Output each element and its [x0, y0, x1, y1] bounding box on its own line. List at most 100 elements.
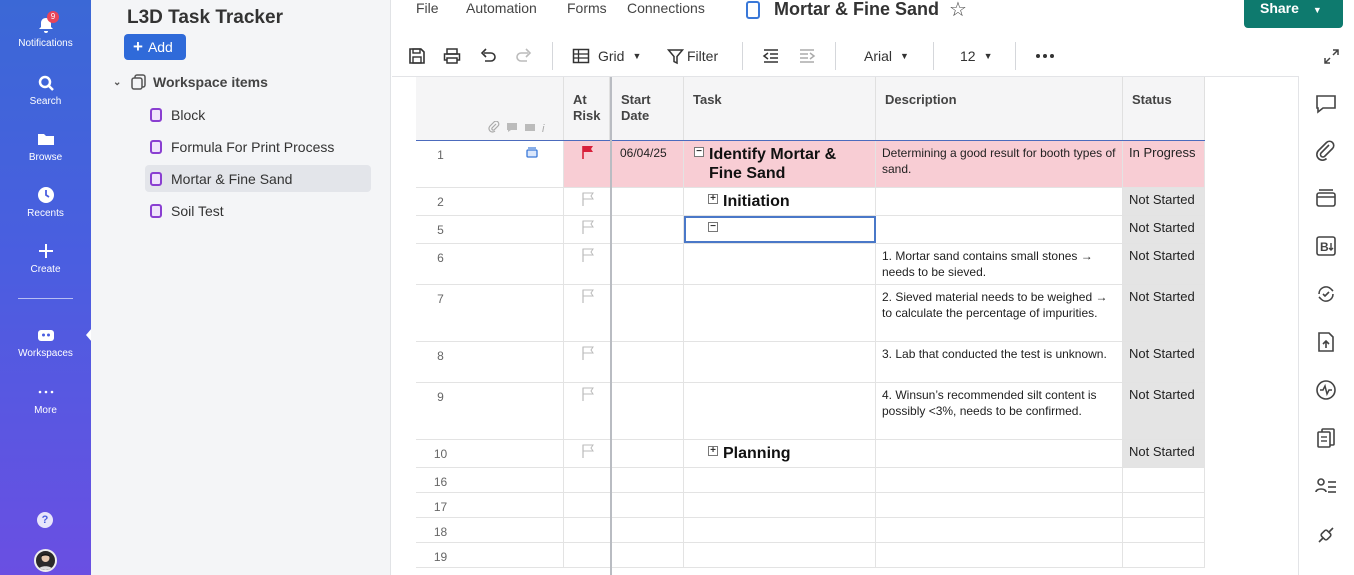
row-number[interactable]: 10: [416, 440, 564, 467]
task-cell[interactable]: [684, 493, 876, 517]
expand-icon[interactable]: +: [708, 446, 718, 456]
undo-button[interactable]: [479, 44, 497, 68]
task-cell[interactable]: [684, 543, 876, 567]
print-button[interactable]: [443, 44, 461, 68]
description-cell[interactable]: [876, 518, 1123, 542]
task-cell[interactable]: [684, 518, 876, 542]
column-header-description[interactable]: Description: [876, 77, 1123, 141]
task-cell[interactable]: [684, 342, 876, 382]
publish-icon[interactable]: [1315, 331, 1337, 353]
description-cell[interactable]: 3. Lab that conducted the test is unknow…: [876, 342, 1123, 382]
rail-notifications[interactable]: 9 Notifications: [0, 11, 91, 49]
row-number[interactable]: 5: [416, 216, 564, 243]
redo-button[interactable]: [515, 44, 533, 68]
row-number[interactable]: 19: [416, 543, 564, 567]
workspace-title[interactable]: L3D Task Tracker: [127, 7, 283, 29]
flag-icon[interactable]: [581, 248, 595, 262]
menu-connections[interactable]: Connections: [627, 0, 705, 16]
view-selector[interactable]: Grid ▼: [572, 44, 641, 68]
menu-forms[interactable]: Forms: [567, 0, 607, 16]
start-date-cell[interactable]: [612, 216, 684, 243]
freeze-divider[interactable]: [610, 77, 612, 575]
at-risk-cell[interactable]: [564, 141, 612, 187]
row-number[interactable]: 7: [416, 285, 564, 341]
start-date-cell[interactable]: [612, 188, 684, 215]
add-button[interactable]: + Add: [124, 34, 186, 60]
row-number[interactable]: 9: [416, 383, 564, 439]
at-risk-cell[interactable]: [564, 383, 612, 439]
status-cell[interactable]: In Progress: [1123, 141, 1205, 187]
save-button[interactable]: [408, 44, 426, 68]
description-cell[interactable]: 4. Winsun’s recommended silt content is …: [876, 383, 1123, 439]
at-risk-cell[interactable]: [564, 468, 612, 492]
conversations-icon[interactable]: [1315, 93, 1337, 115]
flag-icon[interactable]: [581, 220, 595, 234]
proofs-icon[interactable]: [1315, 187, 1337, 209]
font-size-selector[interactable]: 12 ▼: [960, 44, 993, 68]
at-risk-cell[interactable]: [564, 285, 612, 341]
summary-icon[interactable]: [1315, 427, 1337, 449]
task-cell[interactable]: [684, 285, 876, 341]
status-cell[interactable]: [1123, 518, 1205, 542]
brandfolder-icon[interactable]: B: [1315, 235, 1337, 257]
status-cell[interactable]: Not Started: [1123, 342, 1205, 382]
status-cell[interactable]: Not Started: [1123, 383, 1205, 439]
menu-file[interactable]: File: [416, 0, 439, 16]
start-date-cell[interactable]: [612, 342, 684, 382]
attachments-icon[interactable]: [1315, 140, 1337, 162]
red-flag-icon[interactable]: [581, 145, 595, 159]
at-risk-cell[interactable]: [564, 342, 612, 382]
collapse-icon[interactable]: −: [694, 147, 704, 157]
rail-workspaces[interactable]: Workspaces: [0, 326, 91, 359]
start-date-cell[interactable]: 06/04/25: [612, 141, 684, 187]
star-icon[interactable]: ☆: [949, 0, 967, 22]
at-risk-cell[interactable]: [564, 244, 612, 284]
description-cell[interactable]: [876, 543, 1123, 567]
sidebar-item-mortar[interactable]: Mortar & Fine Sand: [145, 165, 371, 192]
table-row[interactable]: 16: [416, 468, 1205, 493]
at-risk-cell[interactable]: [564, 216, 612, 243]
flag-icon[interactable]: [581, 444, 595, 458]
rail-recents[interactable]: Recents: [0, 186, 91, 219]
table-row[interactable]: 19: [416, 543, 1205, 568]
sidebar-item-block[interactable]: Block: [145, 101, 371, 128]
status-cell[interactable]: Not Started: [1123, 244, 1205, 284]
rail-search[interactable]: Search: [0, 74, 91, 107]
start-date-cell[interactable]: [612, 543, 684, 567]
font-selector[interactable]: Arial ▼: [864, 44, 909, 68]
table-row[interactable]: 9 4. Winsun’s recommended silt content is…: [416, 383, 1205, 440]
table-row[interactable]: 2 + Initiation Not Started: [416, 188, 1205, 216]
start-date-cell[interactable]: [612, 518, 684, 542]
workspace-items-folder[interactable]: ⌄ Workspace items: [113, 74, 268, 90]
status-cell[interactable]: [1123, 468, 1205, 492]
column-header-task[interactable]: Task: [684, 77, 876, 141]
at-risk-cell[interactable]: [564, 440, 612, 467]
column-header-at-risk[interactable]: At Risk: [564, 77, 610, 141]
status-cell[interactable]: [1123, 493, 1205, 517]
row-number[interactable]: 2: [416, 188, 564, 215]
rail-more[interactable]: More: [0, 383, 91, 416]
collapse-icon[interactable]: −: [708, 222, 718, 232]
rail-create[interactable]: Create: [0, 242, 91, 275]
start-date-cell[interactable]: [612, 285, 684, 341]
table-row[interactable]: 18: [416, 518, 1205, 543]
task-cell[interactable]: + Initiation: [684, 188, 876, 215]
status-cell[interactable]: Not Started: [1123, 440, 1205, 467]
at-risk-cell[interactable]: [564, 518, 612, 542]
description-cell[interactable]: [876, 468, 1123, 492]
sidebar-item-formula[interactable]: Formula For Print Process: [145, 133, 371, 160]
indent-button[interactable]: [798, 44, 816, 68]
table-row[interactable]: 17: [416, 493, 1205, 518]
sidebar-item-soil-test[interactable]: Soil Test: [145, 197, 371, 224]
task-cell[interactable]: [684, 244, 876, 284]
connector-icon[interactable]: [1315, 524, 1337, 546]
row-number[interactable]: 17: [416, 493, 564, 517]
task-cell[interactable]: − Identify Mortar & Fine Sand: [684, 141, 876, 187]
proof-indicator-icon[interactable]: [526, 147, 538, 158]
start-date-cell[interactable]: [612, 440, 684, 467]
column-header-status[interactable]: Status: [1123, 77, 1205, 141]
activity-log-icon[interactable]: [1315, 379, 1337, 401]
row-number[interactable]: 6: [416, 244, 564, 284]
column-header-start-date[interactable]: Start Date: [612, 77, 684, 141]
status-cell[interactable]: Not Started: [1123, 285, 1205, 341]
